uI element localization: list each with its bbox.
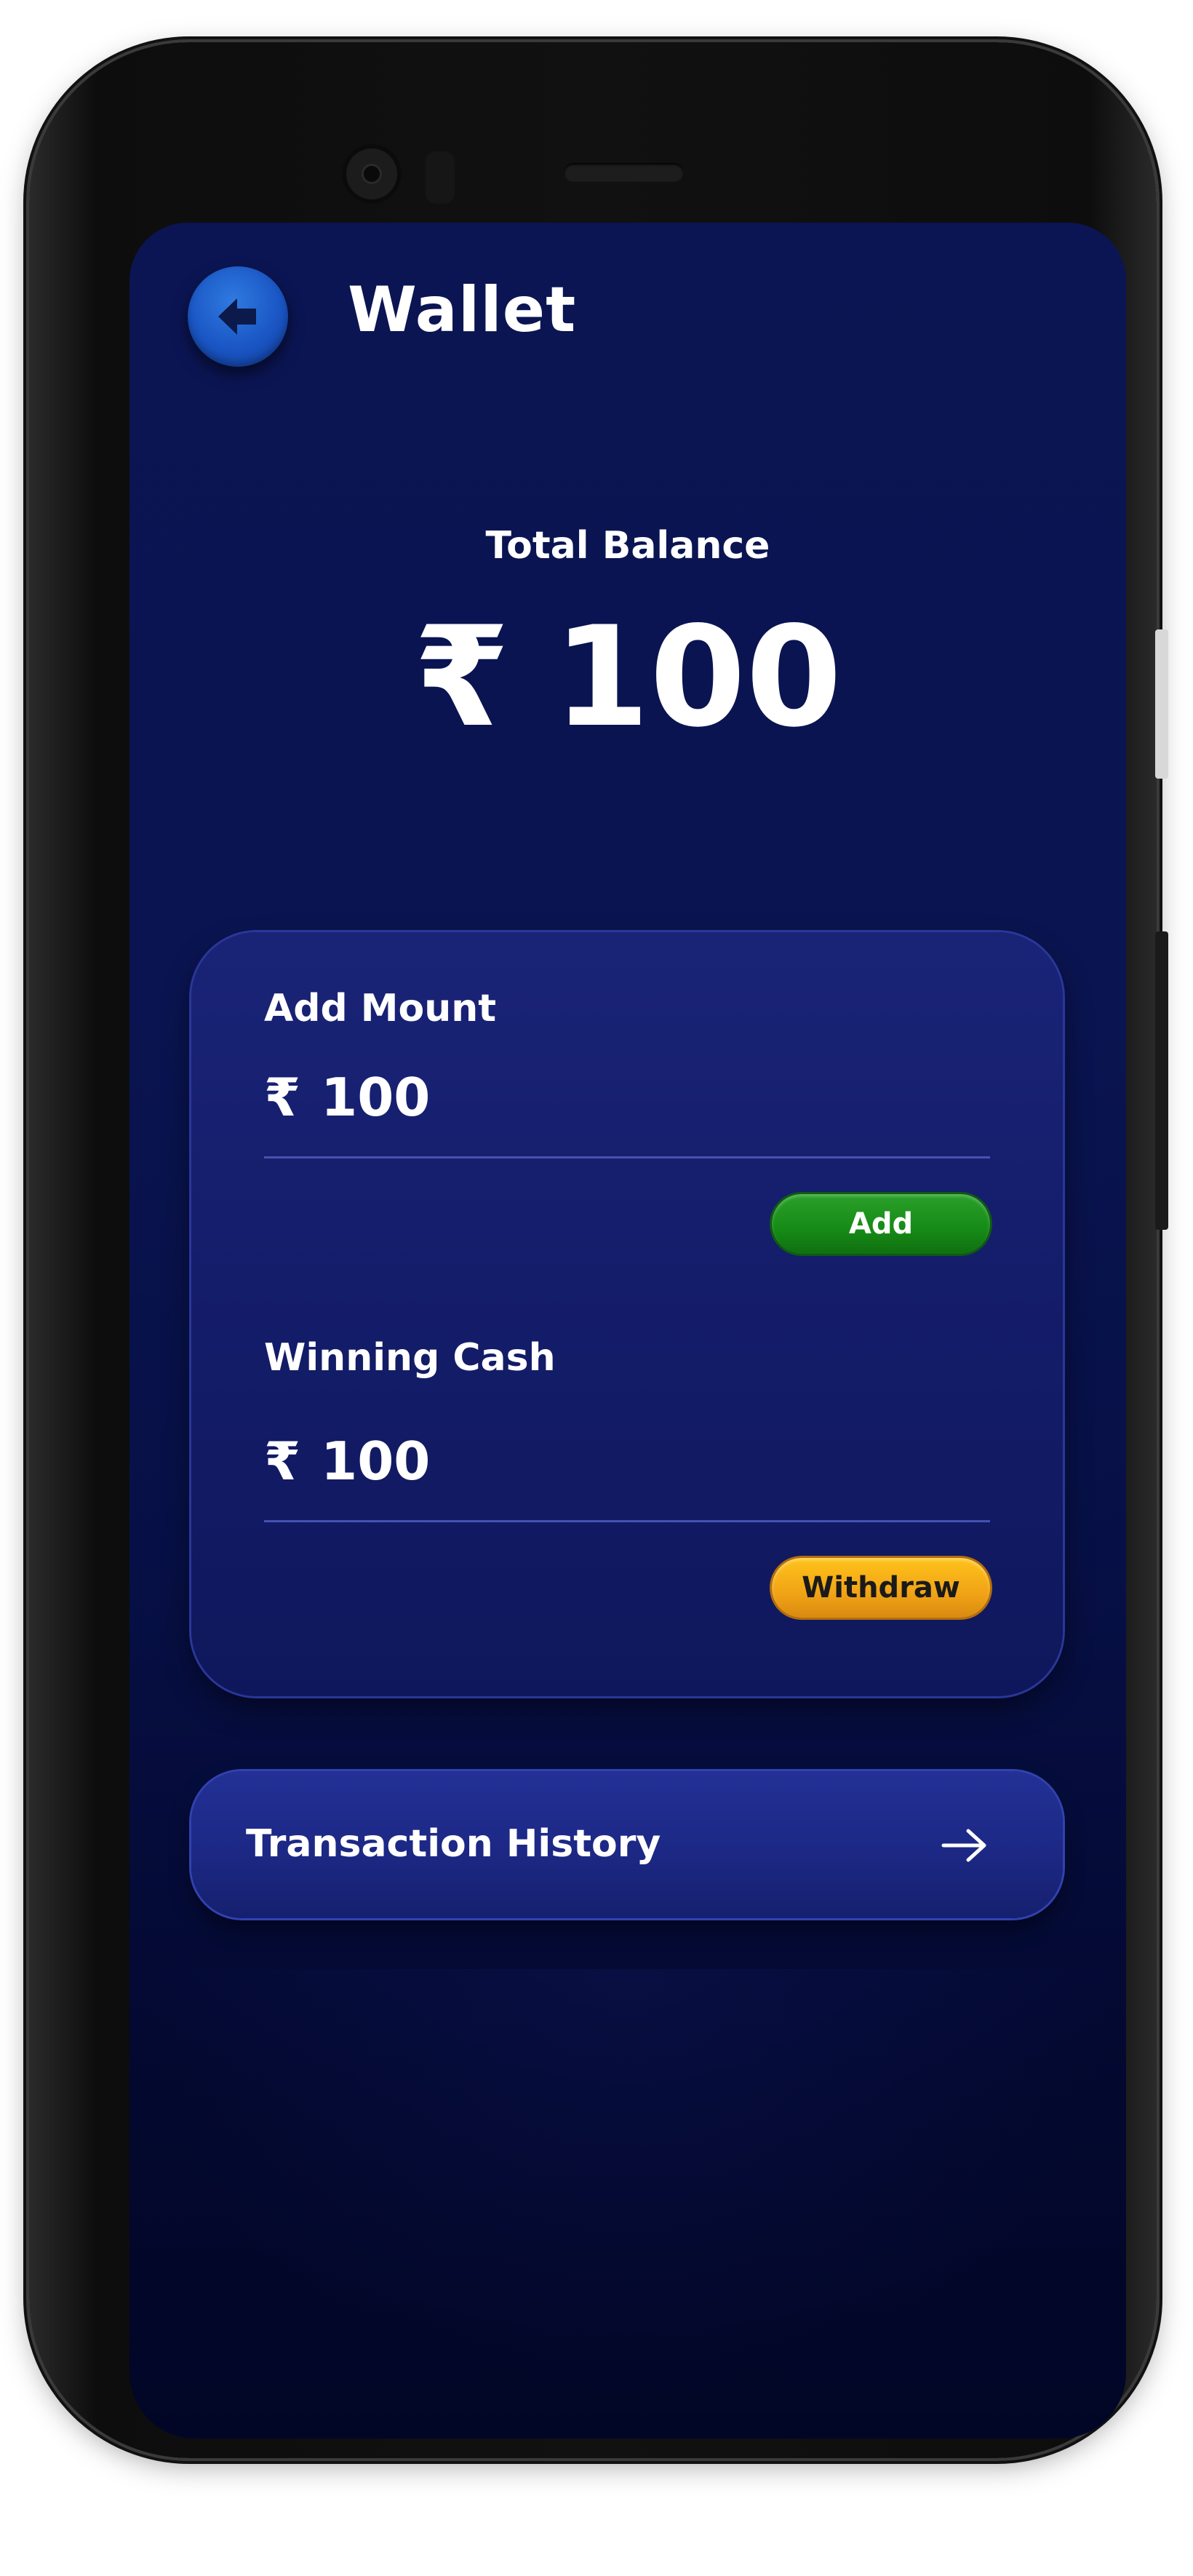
- rupee-symbol: ₹: [264, 1431, 301, 1492]
- transaction-history-label: Transaction History: [246, 1822, 661, 1866]
- withdraw-button[interactable]: Withdraw: [772, 1558, 990, 1618]
- volume-button: [1155, 629, 1168, 779]
- rupee-symbol: ₹: [264, 1067, 301, 1128]
- total-balance-label: Total Balance: [485, 524, 770, 568]
- arrow-left-icon: [218, 298, 256, 335]
- front-camera-icon: [342, 144, 402, 204]
- winning-cash-label: Winning Cash: [264, 1336, 556, 1380]
- add-amount-value: 100: [321, 1067, 431, 1128]
- winning-cash-value: 100: [321, 1431, 431, 1492]
- page-title: Wallet: [348, 274, 577, 346]
- back-button[interactable]: [188, 266, 288, 367]
- total-balance-value: 100: [553, 597, 842, 758]
- transaction-history-button[interactable]: Transaction History: [191, 1771, 1063, 1918]
- rupee-symbol: ₹: [413, 597, 510, 758]
- bottom-glow: [129, 1969, 1126, 2406]
- proximity-sensor: [426, 151, 455, 204]
- add-button[interactable]: Add: [772, 1194, 990, 1254]
- phone-frame: Wallet Total Balance ₹100 Add Mount ₹100…: [29, 42, 1157, 2458]
- add-amount-underline: [264, 1156, 990, 1158]
- add-amount-field[interactable]: ₹100: [264, 1067, 430, 1128]
- winning-cash-field: ₹100: [264, 1431, 430, 1492]
- add-amount-label: Add Mount: [264, 987, 497, 1030]
- arrow-right-icon: [941, 1829, 986, 1862]
- winning-cash-underline: [264, 1520, 990, 1522]
- app-screen: Wallet Total Balance ₹100 Add Mount ₹100…: [129, 223, 1126, 2438]
- wallet-card: Add Mount ₹100 Add Winning Cash ₹100 Wit…: [191, 932, 1063, 1696]
- earpiece-speaker: [564, 163, 684, 182]
- total-balance-amount: ₹100: [129, 608, 1126, 747]
- power-button: [1155, 931, 1168, 1230]
